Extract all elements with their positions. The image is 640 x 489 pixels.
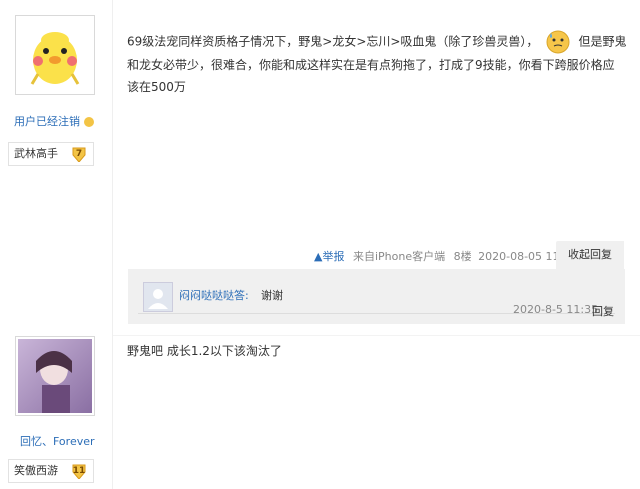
reply-avatar[interactable] [143, 282, 173, 312]
post-line: 该在500万 [127, 80, 186, 94]
level-badge: 7 [71, 146, 87, 162]
level-number: 11 [72, 466, 86, 476]
level-badge: 11 [71, 463, 87, 479]
emoji-face-icon [83, 117, 94, 127]
username-link[interactable]: 回忆、Forever [20, 433, 95, 449]
duck-avatar-icon [18, 18, 92, 92]
avatar[interactable] [15, 15, 95, 95]
reply-author-link[interactable]: 闷闷哒哒哒答: [179, 287, 249, 303]
rank-badge: 笑傲西游 11 [8, 459, 94, 483]
post-separator [113, 335, 640, 336]
username-text: 用户已经注销 [14, 115, 80, 128]
post-source: 来自iPhone客户端 [352, 250, 446, 263]
default-avatar-icon [144, 283, 172, 311]
reply-button[interactable]: 回复 [592, 303, 614, 319]
post-meta: ▲举报 来自iPhone客户端 8楼 2020-08-05 11:29 [314, 248, 577, 264]
collapse-label: 收起回复 [568, 248, 612, 261]
post-body: 69级法宠同样资质格子情况下，野鬼>龙女>忘川>吸血鬼（除了珍兽灵兽）， 但是野鬼… [127, 30, 632, 98]
level-number: 7 [75, 149, 83, 159]
reply-timestamp: 2020-8-5 11:35 [513, 303, 599, 316]
photo-avatar-icon [18, 339, 92, 413]
reply-message: 谢谢 [261, 289, 283, 302]
username-link[interactable]: 用户已经注销 [14, 113, 94, 129]
user-sidebar: 用户已经注销 武林高手 7 回忆、Forever 笑傲西游 11 [0, 0, 112, 489]
post-text-segment: 69级法宠同样资质格子情况下，野鬼>龙女>忘川>吸血鬼（除了珍兽灵兽）， [127, 34, 539, 49]
floor-number: 8楼 [453, 250, 472, 263]
report-label: 举报 [322, 250, 345, 263]
report-link[interactable]: ▲举报 [314, 250, 344, 263]
username-text: 回忆、Forever [20, 435, 95, 448]
post-line: 和龙女必带少，很难合，你能和成这样实在是有点狗拖了，打成了9技能，你看下跨服价格… [127, 58, 615, 72]
post-text-segment: 但是野鬼 [578, 34, 627, 49]
post-line: 69级法宠同样资质格子情况下，野鬼>龙女>忘川>吸血鬼（除了珍兽灵兽）， 但是野鬼 [127, 30, 632, 54]
rank-badge: 武林高手 7 [8, 142, 94, 166]
post-body: 野鬼吧 成长1.2以下该淘汰了 [127, 344, 282, 358]
collapse-replies-button[interactable]: 收起回复 [556, 241, 624, 269]
column-divider [112, 0, 113, 489]
avatar[interactable] [15, 336, 95, 416]
sweat-emoji-icon [546, 30, 570, 54]
rank-title: 武林高手 [14, 147, 58, 160]
rank-title: 笑傲西游 [14, 464, 58, 477]
